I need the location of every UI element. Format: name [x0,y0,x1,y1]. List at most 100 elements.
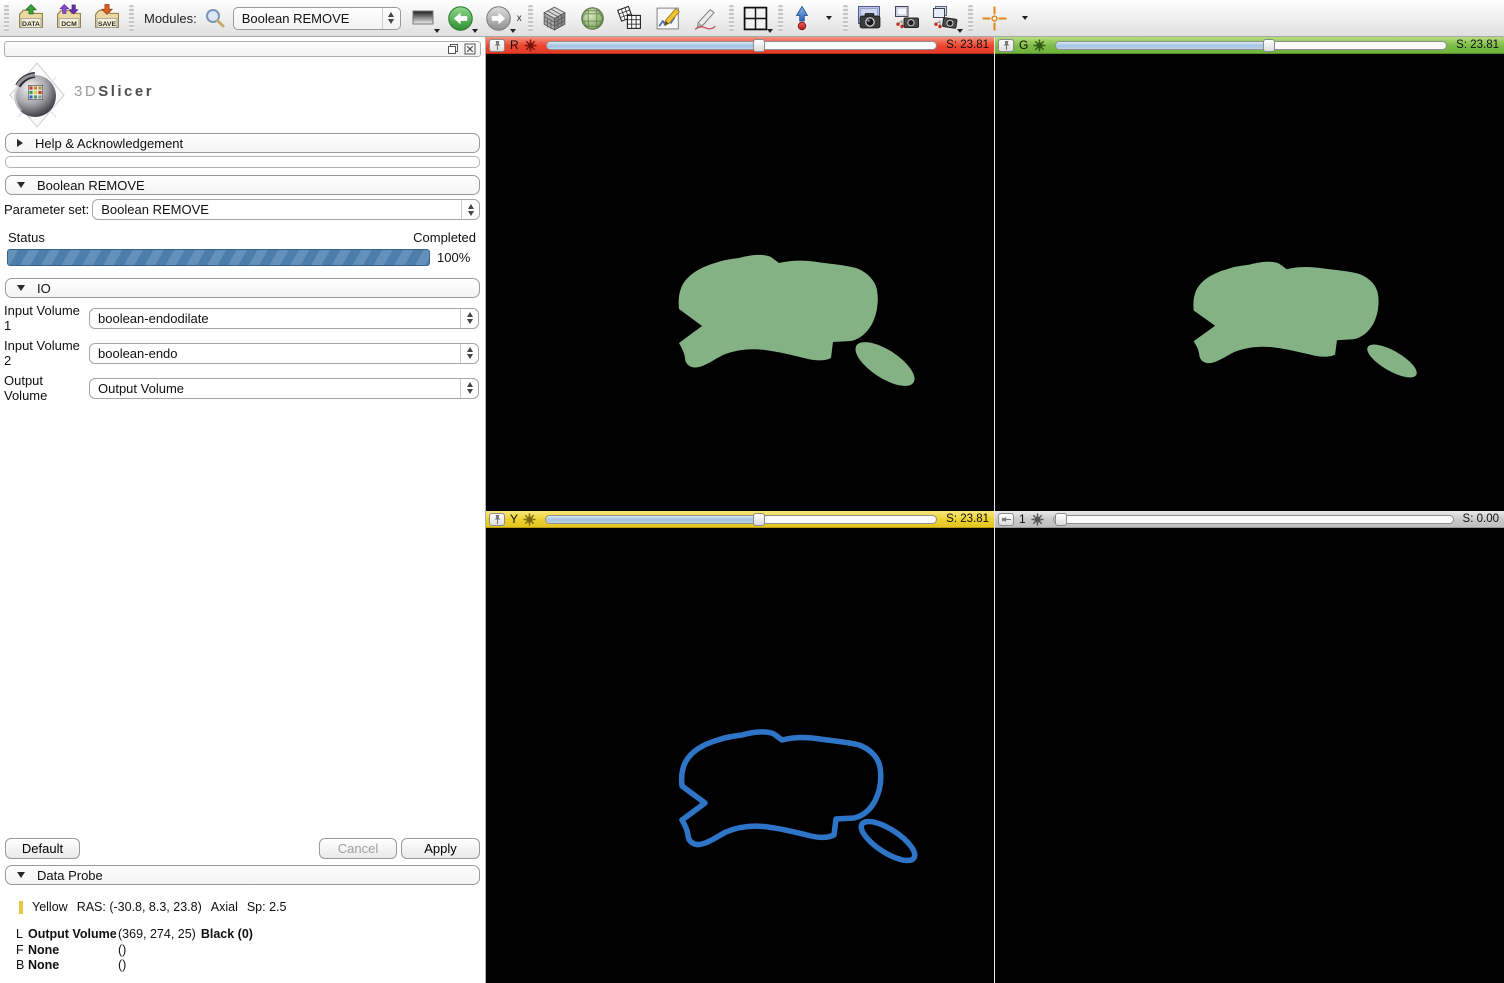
module-search-button[interactable] [203,2,227,34]
parameter-set-selector[interactable]: Boolean REMOVE [92,199,480,220]
red-slice-canvas[interactable] [486,54,994,511]
slicer-logo-icon [4,59,70,131]
data-probe-location: Yellow RAS: (-30.8, 8.3, 23.8) Axial Sp:… [19,900,485,914]
expanded-arrow-icon [17,285,25,291]
screenshot-button[interactable] [854,2,886,34]
data-probe-layers: L Output Volume (369, 274, 25) Black (0)… [16,927,485,973]
dicom-button[interactable]: DCM [53,2,85,34]
toolbar-grip[interactable] [968,5,973,31]
slice-offset-slider[interactable] [1053,513,1454,526]
models-module-icon [579,5,606,32]
back-dropdown-caret [472,29,478,33]
data-probe-section[interactable]: Data Probe [5,865,480,885]
probe-layer-row: F None () [16,943,485,958]
pin-button[interactable] [998,39,1014,52]
transforms-module-button[interactable] [615,2,647,34]
status-label: Status [8,230,45,245]
scene-view-icon [894,5,921,31]
toolbar-overflow-marker[interactable]: x [517,13,522,24]
help-acknowledgement-section[interactable]: Help & Acknowledgement [5,133,480,153]
probe-layer-row: L Output Volume (369, 274, 25) Black (0) [16,927,485,942]
expanded-arrow-icon [17,182,25,188]
yellow-slice-canvas[interactable] [486,528,994,983]
close-panel-button[interactable] [464,43,476,55]
editor-module-button[interactable] [653,2,685,34]
save-icon: SAVE [93,4,121,32]
green-slice-canvas[interactable] [995,54,1504,511]
slice-menu-icon[interactable] [1033,39,1046,52]
pin-button[interactable] [489,513,505,526]
pin-button[interactable] [489,39,505,52]
module-back-button[interactable] [445,2,477,34]
scene-view-restore-button[interactable] [930,2,962,34]
svg-text:DATA: DATA [22,21,40,28]
toolbar-grip[interactable] [528,5,533,31]
segment-region [1193,262,1378,363]
toolbar-grip[interactable] [729,5,734,31]
toolbar-grip[interactable] [4,5,9,31]
module-forward-icon [485,5,512,32]
slice-offset-slider[interactable] [1055,39,1447,52]
main-toolbar: DATA DCM SAVE Modules: [0,0,1504,37]
markups-module-button[interactable] [691,2,723,34]
apply-button[interactable]: Apply [401,838,480,859]
save-button[interactable]: SAVE [91,2,123,34]
slice-menu-icon[interactable] [1031,513,1044,526]
slice-view-label: 1 [1019,512,1026,526]
crosshair-button[interactable] [979,2,1011,34]
float-panel-button[interactable] [447,43,459,55]
mouse-mode-caret [826,16,832,20]
module-selector-value: Boolean REMOVE [242,11,350,26]
slice-offset-slider[interactable] [545,513,937,526]
mouse-mode-button[interactable] [789,2,815,34]
compare-slice-view: 1 S: 0.00 [995,511,1504,983]
slice-offset-slider[interactable] [546,39,937,52]
collapsed-arrow-icon [17,139,23,147]
load-data-button[interactable]: DATA [15,2,47,34]
layout-selector-button[interactable] [740,2,772,34]
io-section[interactable]: IO [5,278,480,298]
markups-module-icon [693,5,720,32]
slice-slider-handle[interactable] [753,39,765,52]
slice-menu-icon[interactable] [524,39,537,52]
compare-slice-canvas[interactable] [995,528,1504,983]
data-module-button[interactable] [539,2,571,34]
viewport-divider [994,37,995,983]
expanded-arrow-icon [17,872,25,878]
slice-slider-handle[interactable] [753,513,765,526]
slice-view-area: R S: 23.81 [486,37,1504,983]
scene-view-button[interactable] [892,2,924,34]
module-forward-button[interactable] [483,2,515,34]
models-module-button[interactable] [577,2,609,34]
module-panel: 3DSlicer Help & Acknowledgement Boolean … [0,37,486,983]
input-volume-1-value: boolean-endodilate [98,311,209,326]
slice-slider-handle[interactable] [1263,39,1275,52]
input-volume-1-selector[interactable]: boolean-endodilate [89,308,479,329]
red-slice-view: R S: 23.81 [486,37,994,511]
input-volume-2-selector[interactable]: boolean-endo [89,343,479,364]
segment-region [679,255,878,368]
crosshair-dropdown[interactable] [1017,2,1033,34]
progress-bar [7,249,430,266]
toolbar-grip[interactable] [129,5,134,31]
slice-spacing: Sp: 2.5 [247,900,287,914]
default-button[interactable]: Default [5,838,80,859]
slice-menu-icon[interactable] [523,513,536,526]
output-volume-label: Output Volume [4,373,89,403]
module-selector[interactable]: Boolean REMOVE [233,7,401,30]
toolbar-grip[interactable] [843,5,848,31]
slicer-logo: 3DSlicer [0,57,485,133]
slice-orientation: Axial [211,900,238,914]
slice-slider-handle[interactable] [1055,513,1067,526]
modules-label: Modules: [144,11,197,26]
mouse-mode-dropdown[interactable] [821,2,837,34]
crosshair-caret [1022,16,1028,20]
module-search-icon [204,7,226,29]
cancel-button[interactable]: Cancel [319,838,397,859]
boolean-remove-section[interactable]: Boolean REMOVE [5,175,480,195]
output-volume-selector[interactable]: Output Volume [89,378,479,399]
editor-module-icon [655,5,682,32]
module-history-button[interactable] [407,2,439,34]
toolbar-grip[interactable] [778,5,783,31]
pin-button[interactable] [998,513,1014,526]
